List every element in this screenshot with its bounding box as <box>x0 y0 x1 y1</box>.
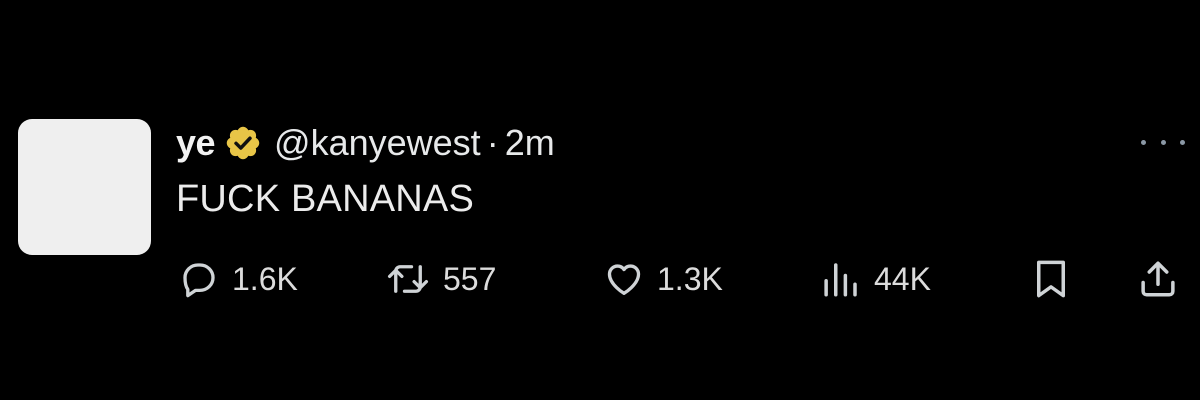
bookmark-icon <box>1031 258 1071 300</box>
more-options-icon[interactable] <box>1141 130 1185 154</box>
like-button[interactable]: 1.3K <box>603 256 723 302</box>
views-button[interactable]: 44K <box>820 256 931 302</box>
more-dot <box>1180 139 1185 145</box>
timestamp[interactable]: 2m <box>505 122 555 164</box>
bookmark-button[interactable] <box>1031 256 1071 302</box>
tweet-header: ye @kanyewest · 2m <box>176 118 555 168</box>
speech-bubble-icon <box>178 258 220 300</box>
display-name[interactable]: ye <box>176 122 216 164</box>
separator-dot: · <box>486 122 499 163</box>
repost-arrows-icon <box>385 258 431 300</box>
verified-badge-icon[interactable] <box>224 124 262 162</box>
more-dot <box>1141 139 1146 145</box>
reply-count: 1.6K <box>232 260 298 297</box>
like-count: 1.3K <box>657 260 723 297</box>
share-button[interactable] <box>1137 256 1179 302</box>
avatar[interactable] <box>18 119 151 255</box>
bar-chart-icon <box>820 258 862 300</box>
heart-icon <box>603 258 645 300</box>
more-dot <box>1160 139 1166 145</box>
repost-button[interactable]: 557 <box>385 256 496 302</box>
tweet-text: FUCK BANANAS <box>176 178 475 220</box>
views-count: 44K <box>874 260 931 297</box>
share-upload-icon <box>1137 258 1179 300</box>
repost-count: 557 <box>443 260 497 297</box>
user-handle[interactable]: @kanyewest <box>274 122 481 164</box>
reply-button[interactable]: 1.6K <box>178 256 298 302</box>
tweet-card[interactable]: ye @kanyewest · 2m FUCK BANANAS 1.6K 557… <box>0 0 1200 400</box>
